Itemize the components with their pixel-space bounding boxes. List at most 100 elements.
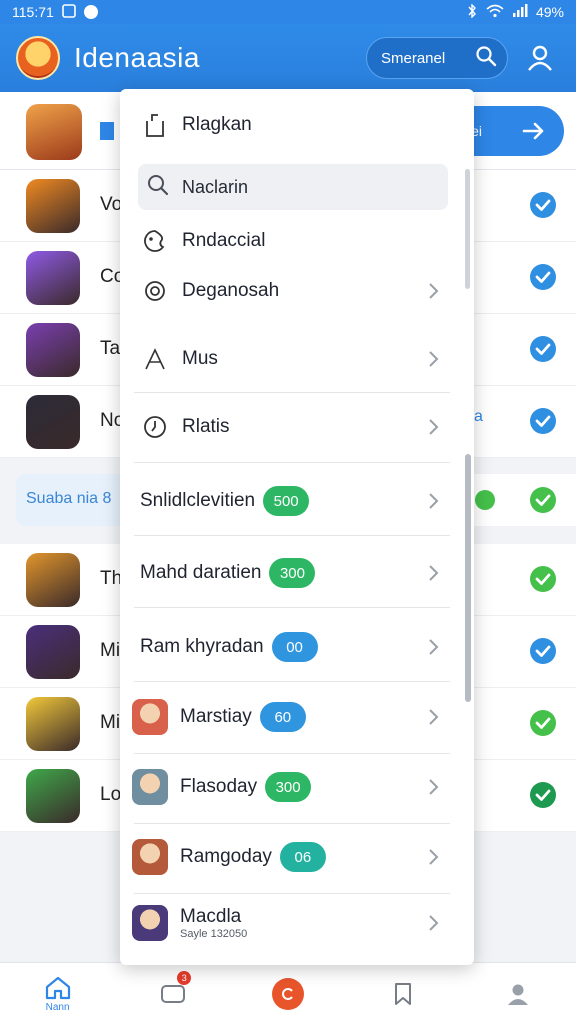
status-time: 115:71	[12, 4, 54, 20]
refresh-icon	[282, 987, 293, 1000]
avatar	[132, 839, 168, 875]
app-logo[interactable]	[16, 36, 60, 80]
app-icon	[26, 625, 80, 679]
menu-item-mus[interactable]: Mus	[120, 337, 460, 381]
bluetooth-icon	[466, 2, 478, 21]
app-icon	[26, 553, 80, 607]
menu-divider	[134, 462, 450, 463]
profile-icon	[508, 984, 529, 1005]
nav-messages[interactable]: 3	[115, 963, 230, 1024]
menu-item-person[interactable]: Macdla Sayle 132050	[120, 901, 460, 945]
search-placeholder: Smeranel	[381, 49, 446, 67]
profile-button[interactable]	[520, 38, 560, 78]
signal-icon	[512, 3, 528, 21]
clock-icon	[140, 412, 170, 442]
menu-item-rndacial[interactable]: Rndaccial	[120, 221, 460, 261]
count-badge: 06	[279, 842, 326, 872]
app-icon	[26, 179, 80, 233]
menu-item-rndacial-label: Rndaccial	[182, 230, 266, 251]
center-action-button[interactable]	[272, 977, 304, 1010]
menu-divider	[134, 753, 450, 754]
avatar	[132, 699, 168, 735]
dropdown-menu: Rlagkan Naclarin Rndaccial Deganosah Mus…	[120, 89, 474, 965]
status-dot-icon	[475, 490, 495, 510]
font-icon	[140, 344, 170, 374]
nav-profile[interactable]	[461, 963, 576, 1024]
bottom-navigation: Nann 3	[0, 962, 576, 1024]
menu-item-person[interactable]: Ramgoday 06	[120, 835, 460, 879]
share-icon	[140, 110, 170, 140]
app-icon	[26, 697, 80, 751]
menu-search-field[interactable]: Naclarin	[138, 164, 448, 210]
menu-item-first[interactable]: Rlagkan	[120, 105, 460, 145]
chevron-right-icon	[429, 493, 439, 509]
menu-item-deganosah-label: Deganosah	[182, 280, 280, 301]
search-icon	[146, 173, 170, 202]
wifi-icon	[486, 4, 504, 21]
home-icon	[45, 976, 70, 999]
app-icon	[26, 395, 80, 449]
app-title: Idenaasia	[74, 42, 200, 73]
menu-item-rlatis[interactable]: Rlatis	[120, 405, 460, 449]
app-icon	[26, 251, 80, 305]
menu-divider	[134, 681, 450, 682]
menu-item-deganosah[interactable]: Deganosah	[120, 269, 460, 313]
menu-item-person[interactable]: Flasoday 300	[120, 765, 460, 809]
menu-item-counted[interactable]: Mahd daratien 300	[120, 551, 460, 595]
app-row-label: Lo	[100, 784, 122, 805]
menu-item-rlatis-label: Rlatis	[182, 416, 230, 437]
check-badge-icon	[530, 710, 556, 736]
menu-item-label: Mahd daratien	[140, 562, 262, 583]
chevron-right-icon	[429, 351, 439, 367]
count-badge: 500	[263, 486, 310, 516]
promo-mark	[100, 122, 114, 140]
chevron-right-icon	[429, 639, 439, 655]
app-row-label: Mi	[100, 712, 121, 733]
section-label: Suaba nia 8	[26, 490, 112, 507]
app-row-label: Ta	[100, 338, 121, 359]
chevron-right-icon	[429, 565, 439, 581]
menu-item-label: Marstiay	[180, 706, 252, 727]
chevron-right-icon	[429, 419, 439, 435]
app-row-label: Vo	[100, 194, 123, 215]
check-badge-icon	[530, 566, 556, 592]
check-badge-icon	[530, 192, 556, 218]
row-right-mark: a	[474, 408, 483, 425]
avatar	[132, 905, 168, 941]
menu-item-person[interactable]: Marstiay 60	[120, 695, 460, 739]
nav-home[interactable]: Nann	[0, 963, 115, 1024]
count-badge: 300	[265, 772, 312, 802]
menu-item-label: Macdla	[180, 906, 242, 927]
menu-item-label: Ramgoday	[180, 846, 272, 867]
check-badge-icon	[530, 782, 556, 808]
menu-divider	[134, 607, 450, 608]
nav-bookmarks[interactable]	[346, 963, 461, 1024]
scrollbar-thumb[interactable]	[465, 454, 471, 702]
status-bar: 115:71 49%	[0, 0, 576, 24]
menu-item-mus-label: Mus	[182, 348, 218, 369]
menu-item-first-label: Rlagkan	[182, 114, 252, 135]
search-icon	[475, 45, 497, 71]
count-badge: 300	[269, 558, 316, 588]
count-badge: 60	[259, 702, 306, 732]
promo-thumbnail	[26, 104, 82, 160]
palette-icon	[140, 226, 170, 256]
menu-divider	[134, 535, 450, 536]
app-row-label: Th	[100, 568, 123, 589]
nav-home-label: Nann	[45, 1001, 70, 1013]
menu-item-subtitle: Sayle 132050	[180, 928, 248, 940]
menu-divider	[134, 823, 450, 824]
menu-item-counted[interactable]: Snlidlclevitien 500	[120, 479, 460, 523]
nav-center-action[interactable]	[230, 963, 345, 1024]
scrollbar-track[interactable]	[465, 169, 470, 289]
bookmark-icon	[395, 982, 412, 1005]
check-badge-icon	[530, 408, 556, 434]
search-bar[interactable]: Smeranel	[366, 37, 508, 79]
check-badge-icon	[530, 336, 556, 362]
check-badge-icon	[530, 264, 556, 290]
app-icon	[26, 323, 80, 377]
menu-item-counted[interactable]: Ram khyradan 00	[120, 625, 460, 669]
chevron-right-icon	[429, 709, 439, 725]
menu-item-label: Ram khyradan	[140, 636, 264, 657]
avatar	[132, 769, 168, 805]
